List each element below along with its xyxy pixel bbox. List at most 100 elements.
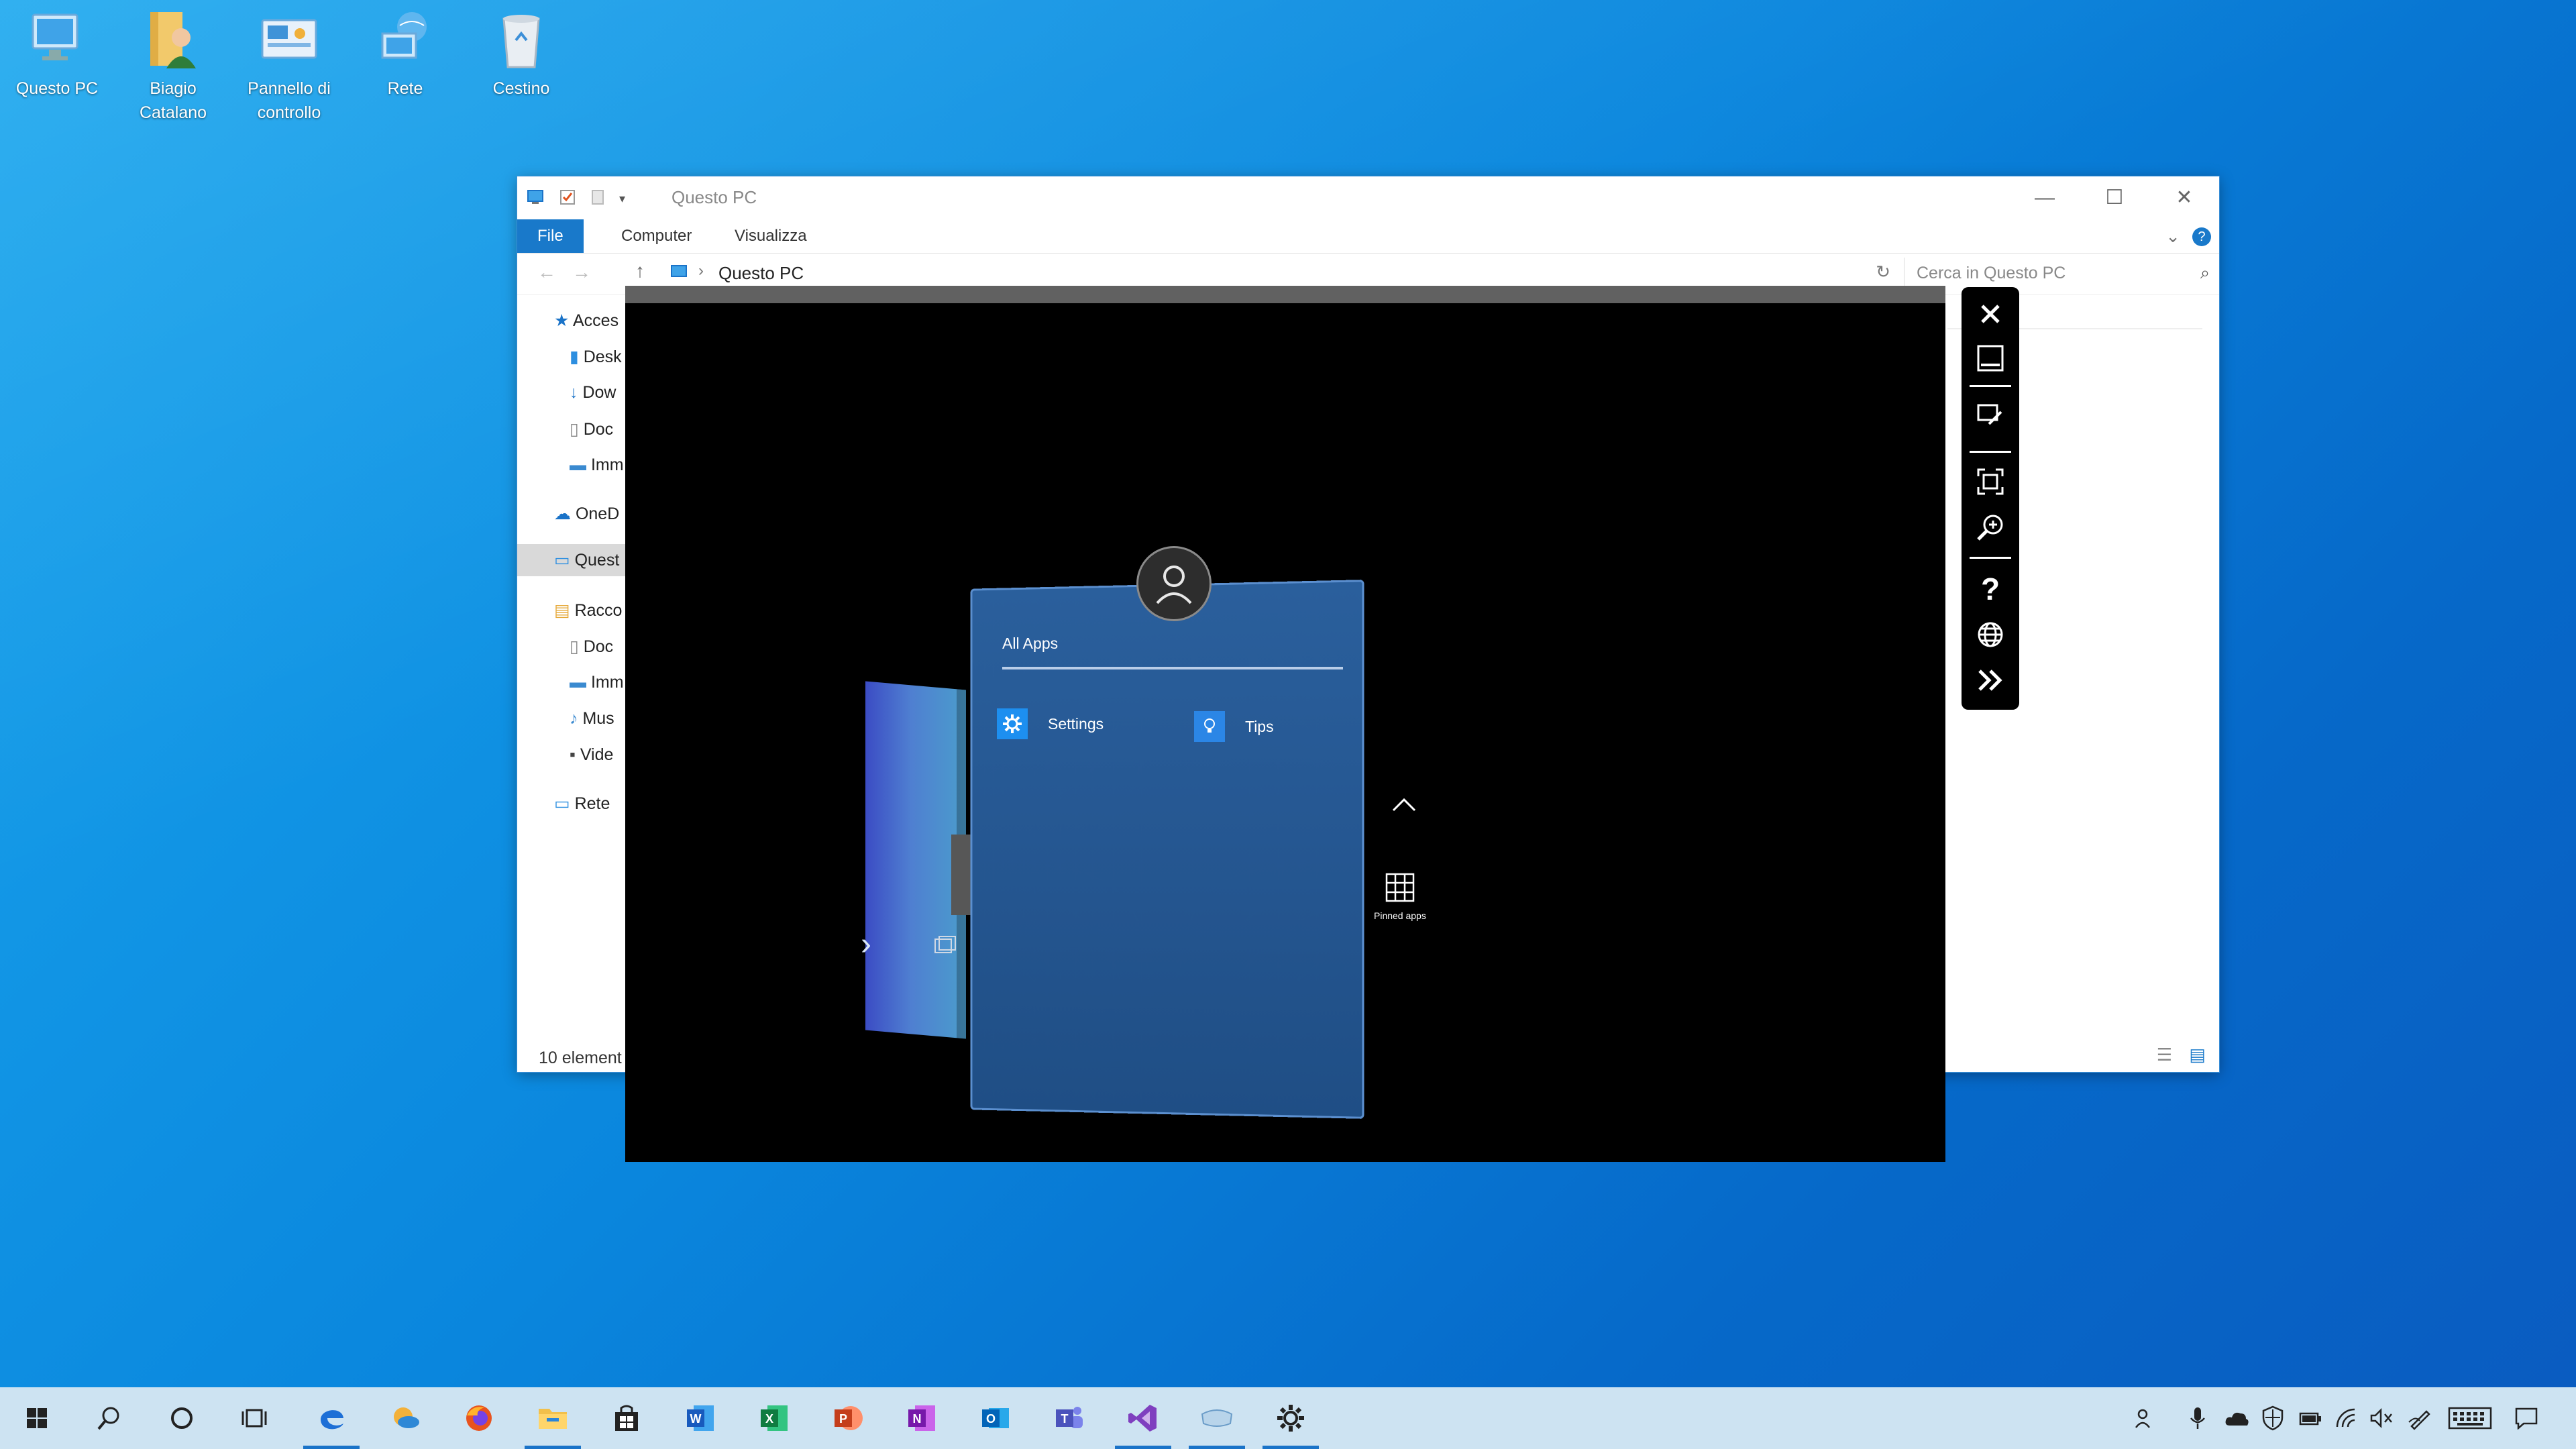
nav-item-lib-music[interactable]: ♪ Mus — [570, 709, 614, 729]
app-tips[interactable]: Tips — [1194, 711, 1274, 742]
search-icon: ⌕ — [2200, 264, 2210, 282]
taskbar-powerpoint[interactable]: P — [814, 1387, 881, 1449]
tray-wifi[interactable] — [2328, 1387, 2365, 1449]
control-panel-icon — [257, 7, 321, 71]
avatar[interactable] — [1136, 546, 1212, 621]
forward-arrow-icon[interactable]: → — [572, 262, 591, 283]
tray-onedrive[interactable] — [2218, 1387, 2255, 1449]
nav-item-network[interactable]: ▭ Rete — [554, 794, 610, 814]
taskbar: W X P N O T — [0, 1387, 2576, 1449]
desktop-icon-label: Biagio Catalano — [139, 79, 207, 122]
task-view-icon — [241, 1409, 267, 1428]
nav-item-libraries[interactable]: ▤ Racco — [554, 600, 622, 621]
toolbar-minimize-button[interactable] — [1962, 337, 2019, 380]
desktop-icon-user[interactable]: Biagio Catalano — [116, 0, 230, 125]
tray-microphone[interactable] — [2179, 1387, 2216, 1449]
nav-item-lib-images[interactable]: ▬ Imm — [570, 673, 624, 692]
tray-volume[interactable] — [2363, 1387, 2400, 1449]
chevron-right-icon[interactable]: › — [861, 926, 871, 963]
cortana-button[interactable] — [148, 1387, 215, 1449]
tray-defender[interactable] — [2254, 1387, 2292, 1449]
tray-action-center[interactable] — [2508, 1387, 2545, 1449]
taskbar-teams[interactable]: T — [1036, 1387, 1103, 1449]
tab-computer[interactable]: Computer — [601, 219, 712, 253]
fit-screen-icon — [1977, 468, 2004, 495]
help-icon[interactable]: ? — [2192, 227, 2211, 246]
nav-item-desktop[interactable]: ▮ Desk — [570, 347, 622, 367]
window-title: Questo PC — [672, 187, 757, 207]
tab-file[interactable]: File — [517, 219, 584, 253]
toolbar-expand-button[interactable] — [1962, 659, 2019, 702]
tab-view[interactable]: Visualizza — [714, 219, 827, 253]
chevron-up-icon[interactable] — [1391, 792, 1417, 818]
toolbar-zoom-button[interactable] — [1962, 506, 2019, 549]
search-button[interactable] — [76, 1387, 143, 1449]
ribbon: File Computer Visualizza ⌄ ? — [517, 219, 2219, 254]
toolbar-language-button[interactable] — [1962, 613, 2019, 656]
breadcrumb[interactable]: Questo PC — [718, 263, 804, 284]
desktop-icon-network[interactable]: Rete — [348, 0, 462, 101]
taskbar-firefox[interactable] — [445, 1387, 513, 1449]
recycle-bin-icon — [489, 7, 553, 71]
search-placeholder: Cerca in Questo PC — [1917, 264, 2066, 282]
nav-item-images[interactable]: ▬ Imm — [570, 455, 624, 475]
taskbar-store[interactable] — [593, 1387, 660, 1449]
title-bar: ▾ Questo PC — ☐ ✕ — [517, 176, 2219, 219]
app-settings[interactable]: Settings — [997, 708, 1104, 739]
nav-item-quick-access[interactable]: ★ Acces — [554, 311, 619, 331]
close-button[interactable]: ✕ — [2149, 176, 2219, 219]
properties-icon[interactable] — [559, 189, 576, 209]
taskbar-onenote[interactable]: N — [888, 1387, 955, 1449]
taskbar-app-2[interactable] — [372, 1387, 439, 1449]
gear-icon — [997, 708, 1028, 739]
search-input[interactable]: Cerca in Questo PC ⌕ — [1904, 258, 2219, 288]
taskbar-word[interactable]: W — [667, 1387, 734, 1449]
back-arrow-icon[interactable]: ← — [537, 262, 556, 283]
toolbar-edit-button[interactable] — [1962, 394, 2019, 437]
chevron-down-icon[interactable]: ▾ — [619, 192, 625, 206]
taskbar-file-explorer[interactable] — [519, 1387, 586, 1449]
image-icon: ▬ — [570, 673, 586, 692]
up-arrow-icon[interactable]: ↑ — [635, 260, 645, 282]
desktop-icon-control-panel[interactable]: Pannello di controllo — [232, 0, 346, 125]
maximize-button[interactable]: ☐ — [2080, 176, 2149, 219]
desktop-icon-label: Pannello di controllo — [248, 79, 331, 122]
tray-touch-keyboard[interactable] — [2443, 1387, 2497, 1449]
taskbar-settings[interactable] — [1257, 1387, 1324, 1449]
task-view-button[interactable] — [221, 1387, 288, 1449]
nav-item-lib-videos[interactable]: ▪ Vide — [570, 745, 613, 765]
edge-icon — [321, 1410, 343, 1430]
minimize-button[interactable]: — — [2010, 176, 2080, 219]
window-icon[interactable] — [931, 934, 958, 961]
people-icon — [2135, 1409, 2151, 1428]
all-apps-heading[interactable]: All Apps — [1002, 635, 1058, 653]
tray-people[interactable] — [2127, 1387, 2164, 1449]
start-panel[interactable] — [970, 580, 1364, 1119]
nav-item-documents[interactable]: ▯ Doc — [570, 419, 613, 439]
desktop-icon-this-pc[interactable]: Questo PC — [0, 0, 114, 101]
tray-battery[interactable] — [2292, 1387, 2329, 1449]
pinned-apps-button[interactable]: Pinned apps — [1374, 872, 1426, 921]
taskbar-mixed-reality[interactable] — [1183, 1387, 1250, 1449]
taskbar-visual-studio[interactable] — [1110, 1387, 1177, 1449]
nav-item-onedrive[interactable]: ☁ OneD — [554, 504, 619, 524]
toolbar-help-button[interactable]: ? — [1962, 568, 2019, 610]
start-button[interactable] — [3, 1387, 70, 1449]
tiles-view-icon[interactable]: ▤ — [2189, 1044, 2206, 1065]
nav-item-lib-documents[interactable]: ▯ Doc — [570, 637, 613, 657]
toolbar-close-button[interactable] — [1962, 292, 2019, 335]
taskbar-edge[interactable] — [298, 1387, 365, 1449]
details-view-icon[interactable]: ☰ — [2157, 1044, 2172, 1065]
taskbar-outlook[interactable]: O — [962, 1387, 1029, 1449]
teams-icon: T — [1056, 1407, 1083, 1428]
tray-pen[interactable] — [2402, 1387, 2439, 1449]
taskbar-excel[interactable]: X — [741, 1387, 808, 1449]
toolbar-fit-button[interactable] — [1962, 460, 2019, 503]
nav-item-downloads[interactable]: ↓ Dow — [570, 383, 616, 402]
new-folder-icon[interactable] — [590, 189, 606, 209]
gear-icon — [1277, 1405, 1304, 1432]
refresh-icon[interactable]: ↻ — [1876, 262, 1890, 282]
chevron-down-icon[interactable]: ⌄ — [2165, 226, 2180, 247]
word-icon: W — [687, 1405, 714, 1431]
desktop-icon-recycle-bin[interactable]: Cestino — [464, 0, 578, 101]
